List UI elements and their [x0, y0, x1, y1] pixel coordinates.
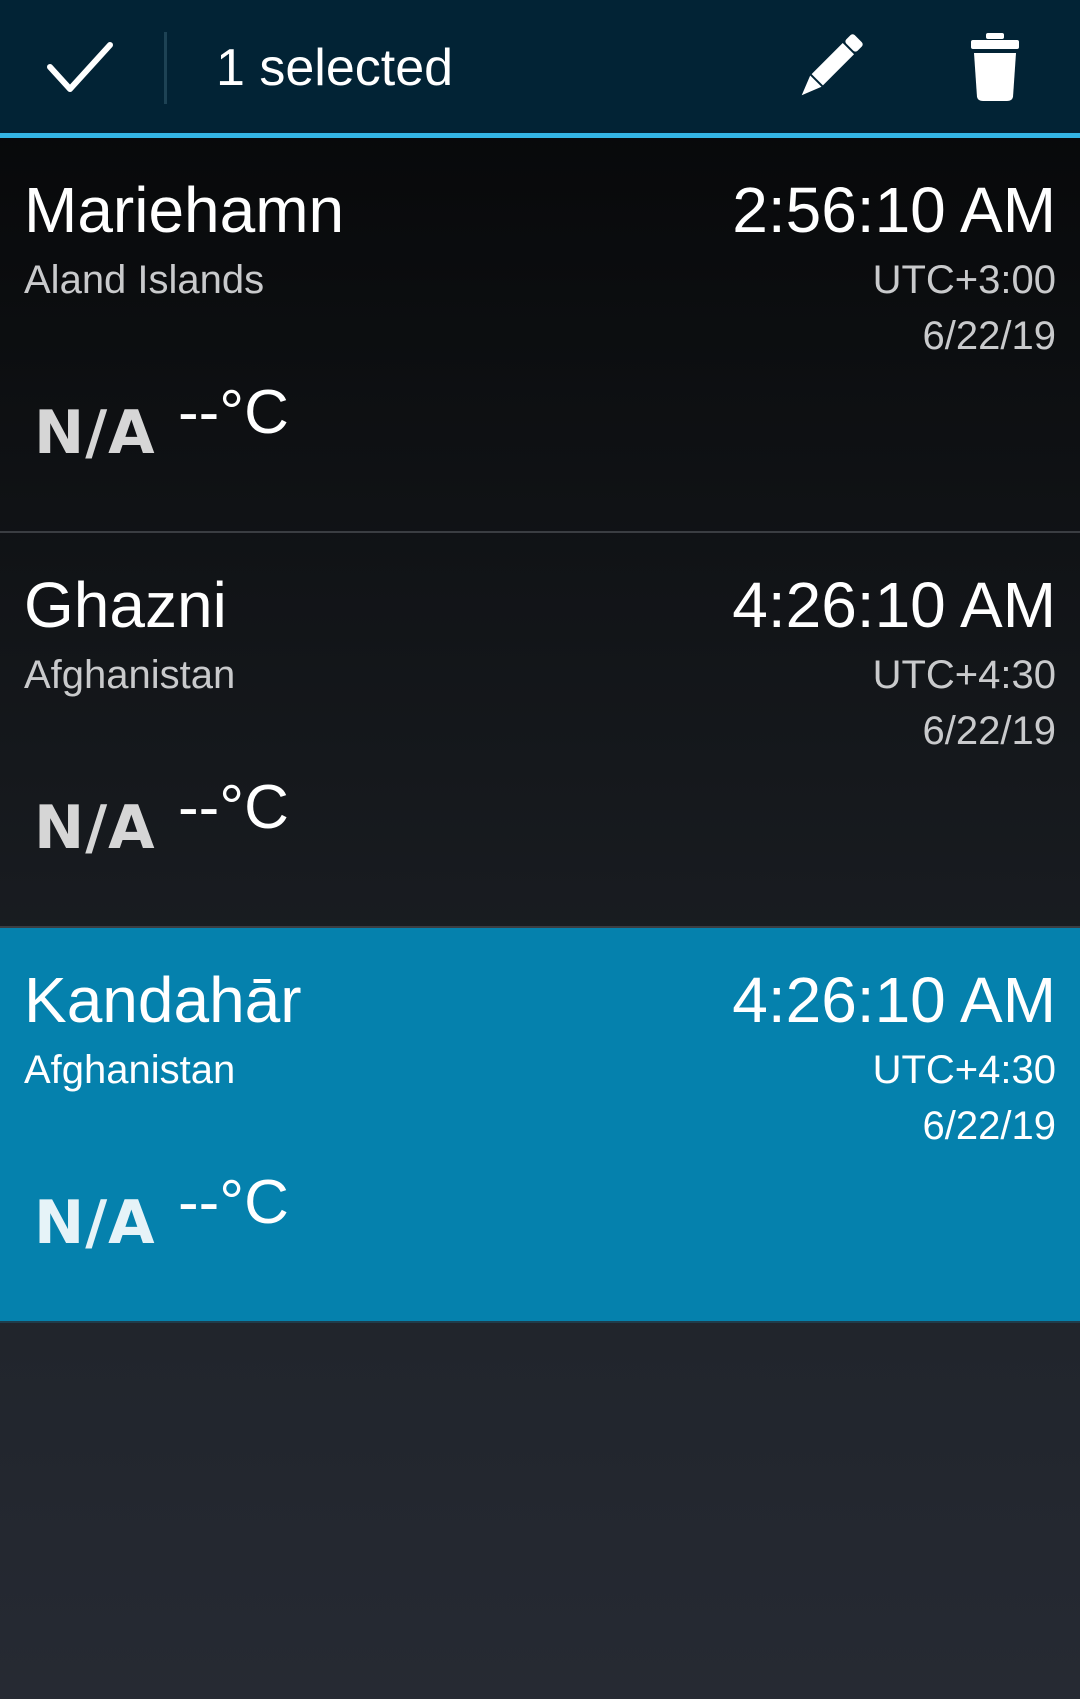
done-divider: [164, 32, 167, 104]
country-name: Aland Islands: [24, 258, 265, 302]
city-name: Mariehamn: [24, 174, 345, 246]
local-time: 2:56:10 AM: [732, 174, 1056, 246]
temperature: --°C: [178, 773, 289, 842]
country-name: Afghanistan: [24, 653, 236, 697]
pencil-icon: [801, 33, 863, 95]
world-clock-list: Mariehamn Aland Islands 2:56:10 AM UTC+3…: [0, 138, 1080, 1323]
contextual-action-bar: 1 selected: [0, 0, 1080, 133]
utc-offset: UTC+4:30: [872, 1048, 1056, 1092]
temperature: --°C: [178, 1168, 289, 1237]
weather-unavailable-icon: N/A: [34, 398, 156, 468]
local-date: 6/22/19: [922, 709, 1056, 753]
trash-icon: [971, 32, 1019, 101]
country-name: Afghanistan: [24, 1048, 236, 1092]
local-date: 6/22/19: [922, 1104, 1056, 1148]
clock-list-item[interactable]: Mariehamn Aland Islands 2:56:10 AM UTC+3…: [0, 138, 1080, 533]
weather-unavailable-icon: N/A: [34, 793, 156, 863]
city-name: Ghazni: [24, 569, 227, 641]
utc-offset: UTC+4:30: [872, 653, 1056, 697]
local-time: 4:26:10 AM: [732, 569, 1056, 641]
weather-unavailable-icon: N/A: [34, 1188, 156, 1258]
clock-list-item[interactable]: Ghazni Afghanistan 4:26:10 AM UTC+4:30 6…: [0, 533, 1080, 928]
edit-button[interactable]: [770, 0, 890, 133]
temperature: --°C: [178, 378, 289, 447]
city-name: Kandahār: [24, 964, 302, 1036]
clock-list-item-selected[interactable]: Kandahār Afghanistan 4:26:10 AM UTC+4:30…: [0, 928, 1080, 1323]
done-button[interactable]: [0, 0, 160, 133]
local-time: 4:26:10 AM: [732, 964, 1056, 1036]
utc-offset: UTC+3:00: [872, 258, 1056, 302]
delete-button[interactable]: [935, 0, 1055, 133]
checkmark-icon: [47, 41, 113, 92]
selection-count: 1 selected: [216, 39, 454, 97]
local-date: 6/22/19: [922, 314, 1056, 358]
